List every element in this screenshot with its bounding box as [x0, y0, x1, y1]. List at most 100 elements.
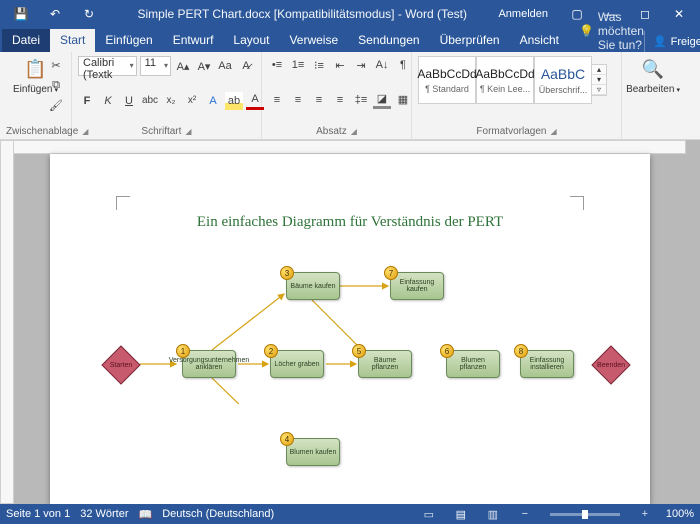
styles-scroll[interactable]: ▴▾▿	[592, 64, 607, 96]
vertical-ruler[interactable]	[0, 140, 14, 504]
style-standard[interactable]: AaBbCcDd¶ Standard	[418, 56, 476, 104]
change-case-icon[interactable]: Aa	[216, 57, 234, 75]
page[interactable]: Ein einfaches Diagramm für Verständnis d…	[50, 154, 650, 504]
spellcheck-icon[interactable]: 📖	[139, 508, 153, 521]
grow-font-icon[interactable]: A▴	[174, 57, 192, 75]
node-task-3: Bäume kaufen	[286, 272, 340, 300]
status-page[interactable]: Seite 1 von 1	[6, 508, 70, 520]
read-mode-icon[interactable]: ▭	[418, 506, 440, 522]
tab-ansicht[interactable]: Ansicht	[510, 29, 569, 52]
web-layout-icon[interactable]: ▥	[482, 506, 504, 522]
dialog-launcher-icon[interactable]: ◢	[351, 127, 357, 136]
group-styles: AaBbCcDd¶ Standard AaBbCcDd¶ Kein Lee...…	[412, 52, 622, 139]
zoom-slider[interactable]	[550, 513, 620, 516]
node-end: Beenden	[590, 344, 632, 386]
group-font: Calibri (Textk▾ 11▾ A▴ A▾ Aa A̷ F K U ab…	[72, 52, 262, 139]
document-area: Ein einfaches Diagramm für Verständnis d…	[0, 140, 700, 504]
margin-mark-icon	[116, 196, 130, 210]
status-language[interactable]: Deutsch (Deutschland)	[162, 508, 274, 520]
style-no-spacing[interactable]: AaBbCcDd¶ Kein Lee...	[476, 56, 534, 104]
font-size-select[interactable]: 11▾	[140, 56, 171, 76]
group-editing: 🔍 Bearbeiten▾	[622, 52, 684, 139]
group-clipboard: 📋 Einfügen▾ ✂ ⧉ 🖌 Zwischenablage◢	[0, 52, 72, 139]
bullets-icon[interactable]: •≡	[268, 56, 286, 74]
window-title: Simple PERT Chart.docx [Kompatibilitätsm…	[138, 7, 467, 21]
align-right-icon[interactable]: ≡	[310, 91, 328, 109]
edit-button[interactable]: 🔍 Bearbeiten▾	[628, 56, 678, 95]
bold-button[interactable]: F	[78, 92, 96, 110]
ribbon-tabs: Datei Start Einfügen Entwurf Layout Verw…	[0, 28, 700, 52]
node-num-6: 6	[440, 344, 454, 358]
tab-start[interactable]: Start	[50, 29, 95, 52]
node-num-3: 3	[280, 266, 294, 280]
lightbulb-icon: 💡	[579, 24, 594, 38]
copy-icon[interactable]: ⧉	[47, 76, 65, 94]
zoom-out-icon[interactable]: −	[514, 506, 536, 522]
paste-icon: 📋	[22, 56, 50, 82]
tab-datei[interactable]: Datei	[2, 29, 50, 52]
show-marks-icon[interactable]: ¶	[394, 56, 412, 74]
node-task-7: Einfassung kaufen	[390, 272, 444, 300]
sort-icon[interactable]: A↓	[373, 56, 391, 74]
tab-sendungen[interactable]: Sendungen	[348, 29, 429, 52]
share-icon: 👤	[653, 35, 667, 48]
align-left-icon[interactable]: ≡	[268, 91, 286, 109]
format-painter-icon[interactable]: 🖌	[47, 96, 65, 114]
ribbon: 📋 Einfügen▾ ✂ ⧉ 🖌 Zwischenablage◢ Calibr…	[0, 52, 700, 140]
group-paragraph: •≡ 1≡ ⁝≡ ⇤ ⇥ A↓ ¶ ≡ ≡ ≡ ≡ ‡≡ ◪ ▦ Absatz◢	[262, 52, 412, 139]
tab-verweise[interactable]: Verweise	[279, 29, 348, 52]
justify-icon[interactable]: ≡	[331, 91, 349, 109]
zoom-level[interactable]: 100%	[666, 508, 694, 520]
node-task-8: Einfassung installieren	[520, 350, 574, 378]
status-words[interactable]: 32 Wörter	[80, 508, 128, 520]
align-center-icon[interactable]: ≡	[289, 91, 307, 109]
strike-button[interactable]: abc	[141, 92, 159, 110]
undo-icon[interactable]: ↶	[38, 0, 72, 28]
line-spacing-icon[interactable]: ‡≡	[352, 91, 370, 109]
borders-icon[interactable]: ▦	[394, 91, 412, 109]
close-icon[interactable]: ✕	[662, 0, 696, 28]
node-task-2: Löcher graben	[270, 350, 324, 378]
indent-inc-icon[interactable]: ⇥	[352, 56, 370, 74]
highlight-icon[interactable]: ab	[225, 92, 243, 110]
margin-mark-icon	[570, 196, 584, 210]
multilevel-icon[interactable]: ⁝≡	[310, 56, 328, 74]
find-icon: 🔍	[639, 56, 667, 82]
horizontal-ruler[interactable]	[0, 140, 686, 154]
superscript-button[interactable]: x²	[183, 92, 201, 110]
node-num-7: 7	[384, 266, 398, 280]
print-layout-icon[interactable]: ▤	[450, 506, 472, 522]
pert-diagram: Starten Beenden Versorgungsunternehmen a…	[90, 254, 610, 484]
font-name-select[interactable]: Calibri (Textk▾	[78, 56, 137, 76]
node-num-8: 8	[514, 344, 528, 358]
dialog-launcher-icon[interactable]: ◢	[550, 127, 556, 136]
redo-icon[interactable]: ↻	[72, 0, 106, 28]
italic-button[interactable]: K	[99, 92, 117, 110]
dialog-launcher-icon[interactable]: ◢	[185, 127, 191, 136]
tell-me-search[interactable]: 💡 Was möchten Sie tun?	[569, 10, 644, 52]
status-bar: Seite 1 von 1 32 Wörter 📖 Deutsch (Deuts…	[0, 504, 700, 524]
node-task-5: Bäume pflanzen	[358, 350, 412, 378]
shrink-font-icon[interactable]: A▾	[195, 57, 213, 75]
share-button[interactable]: 👤 Freigeben	[644, 31, 700, 52]
save-icon[interactable]: 💾	[4, 0, 38, 28]
style-heading1[interactable]: AaBbCÜberschrif...	[534, 56, 592, 104]
subscript-button[interactable]: x₂	[162, 92, 180, 110]
node-start: Starten	[100, 344, 142, 386]
tab-layout[interactable]: Layout	[223, 29, 279, 52]
signin-link[interactable]: Anmelden	[498, 8, 548, 20]
clear-format-icon[interactable]: A̷	[237, 57, 255, 75]
node-task-1: Versorgungsunternehmen anklären	[182, 350, 236, 378]
shading-icon[interactable]: ◪	[373, 91, 391, 109]
indent-dec-icon[interactable]: ⇤	[331, 56, 349, 74]
text-effects-icon[interactable]: A	[204, 92, 222, 110]
tab-entwurf[interactable]: Entwurf	[163, 29, 224, 52]
zoom-in-icon[interactable]: +	[634, 506, 656, 522]
node-num-4: 4	[280, 432, 294, 446]
tab-ueberpruefen[interactable]: Überprüfen	[430, 29, 510, 52]
cut-icon[interactable]: ✂	[47, 56, 65, 74]
numbering-icon[interactable]: 1≡	[289, 56, 307, 74]
underline-button[interactable]: U	[120, 92, 138, 110]
node-num-2: 2	[264, 344, 278, 358]
tab-einfuegen[interactable]: Einfügen	[95, 29, 162, 52]
